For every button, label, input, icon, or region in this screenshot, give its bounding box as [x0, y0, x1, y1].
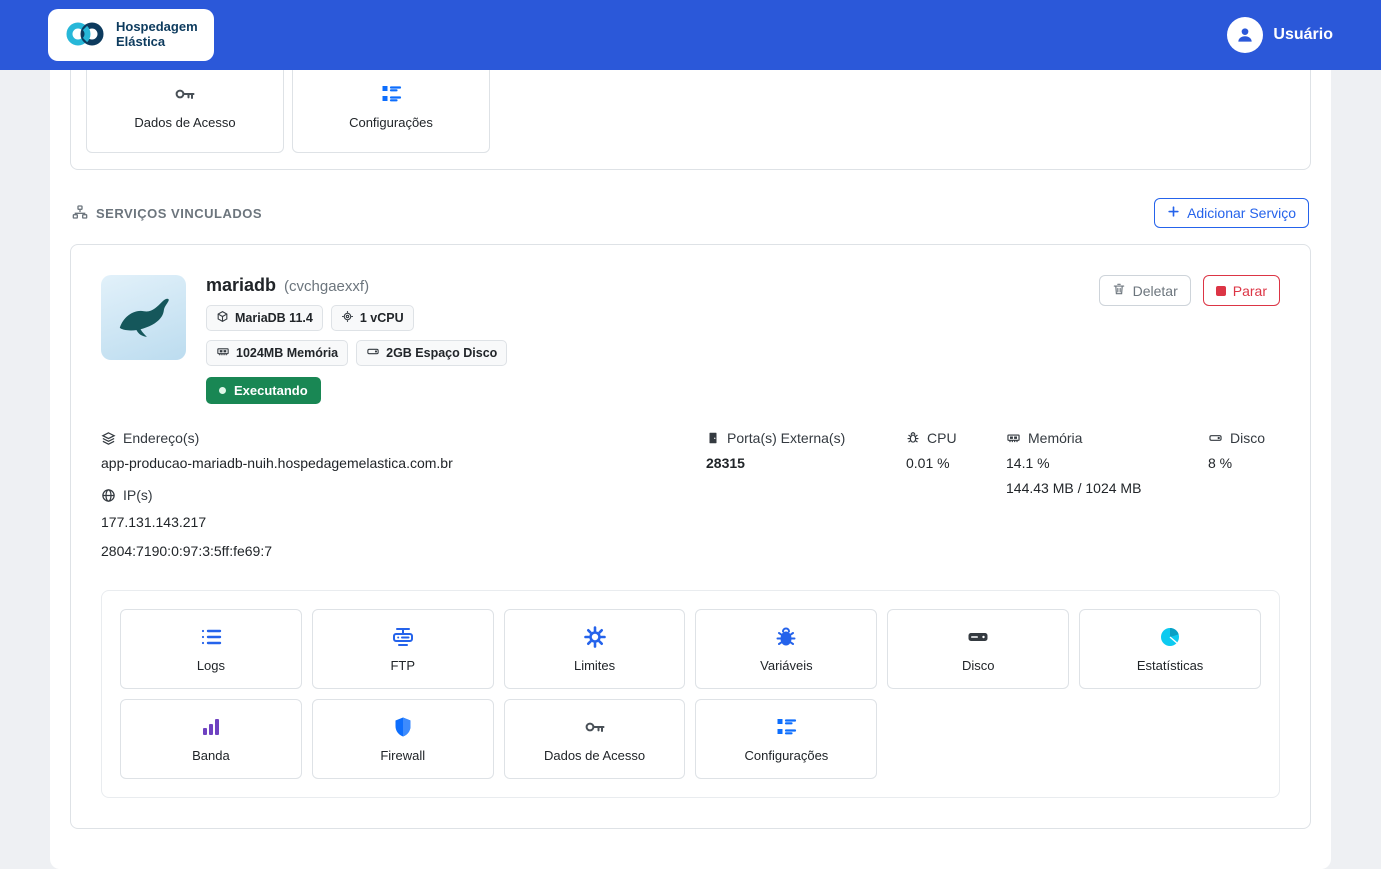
disk-block: Disco 8 % [1208, 430, 1280, 562]
user-menu[interactable]: Usuário [1227, 17, 1333, 53]
memory-pct: 14.1 % [1006, 455, 1050, 471]
disk-value: 8 % [1208, 455, 1233, 471]
ip-value-2: 2804:7190:0:97:3:5ff:fe69:7 [101, 543, 273, 560]
tile-label: Dados de Acesso [134, 114, 236, 130]
key-icon [583, 715, 607, 739]
door-icon [706, 431, 720, 445]
checklist-icon [379, 82, 403, 106]
logs-icon [199, 625, 223, 649]
port-label: Porta(s) Externa(s) [727, 430, 846, 446]
service-tools-grid: Logs FTP Limites Variáveis Disco Estatís… [101, 589, 1280, 798]
service-name: mariadb [206, 275, 277, 295]
service-card-mariadb: mariadb (cvchgaexxf) MariaDB 11.4 1 vCPU… [70, 244, 1311, 829]
user-avatar-icon [1227, 17, 1264, 53]
trash-icon [1112, 282, 1126, 299]
cpu-block: CPU 0.01 % [906, 430, 1006, 562]
cpu-value: 0.01 % [906, 455, 950, 471]
service-stats: Endereço(s) app-producao-mariadb-nuih.ho… [101, 430, 1280, 562]
ip-label: IP(s) [123, 487, 153, 503]
stop-button[interactable]: Parar [1202, 275, 1280, 306]
bug-icon [906, 431, 920, 445]
box-icon [216, 310, 229, 326]
shield-icon [391, 715, 415, 739]
service-summary: mariadb (cvchgaexxf) MariaDB 11.4 1 vCPU… [206, 275, 508, 404]
address-block: Endereço(s) app-producao-mariadb-nuih.ho… [101, 430, 706, 562]
ip-value-1: 177.131.143.217 [101, 514, 207, 530]
bug-icon [774, 625, 798, 649]
key-icon [173, 82, 197, 106]
stack-icon [101, 431, 116, 446]
stop-square-icon [1215, 285, 1226, 296]
ftp-server-icon [390, 625, 416, 649]
tile-estatisticas[interactable]: Estatísticas [1079, 608, 1261, 689]
linked-services-header: SERVIÇOS VINCULADOS Adicionar Serviço [72, 198, 1309, 228]
badge-version: MariaDB 11.4 [206, 305, 323, 331]
tile-disco[interactable]: Disco [887, 608, 1070, 689]
tile-ftp[interactable]: FTP [311, 608, 494, 689]
disk-label: Disco [1230, 430, 1266, 446]
memory-usage: 144.43 MB / 1024 MB [1006, 480, 1142, 496]
memory-block: Memória 14.1 % 144.43 MB / 1024 MB [1006, 430, 1208, 562]
port-value: 28315 [706, 455, 745, 471]
service-code: (cvchgaexxf) [284, 278, 370, 295]
tile-dados-de-acesso[interactable]: Dados de Acesso [503, 698, 686, 779]
tile-label: Configurações [349, 114, 433, 130]
bar-chart-icon [199, 715, 223, 739]
add-service-button[interactable]: Adicionar Serviço [1154, 198, 1309, 228]
plus-icon [1167, 205, 1180, 221]
cpu-label: CPU [927, 430, 957, 446]
badge-memory: 1024MB Memória [206, 340, 349, 366]
brand-text: Hospedagem Elástica [116, 19, 198, 49]
tile-configuracoes[interactable]: Configurações [292, 70, 490, 153]
sitemap-icon [72, 204, 88, 223]
status-dot-icon [219, 387, 226, 394]
memory-icon [1006, 431, 1021, 445]
address-label: Endereço(s) [123, 430, 200, 446]
tile-limites[interactable]: Limites [503, 608, 686, 689]
status-badge-running: Executando [206, 377, 321, 404]
hdd-icon [965, 625, 991, 649]
pie-chart-icon [1158, 625, 1182, 649]
tile-logs[interactable]: Logs [120, 608, 302, 689]
port-block: Porta(s) Externa(s) 28315 [706, 430, 906, 562]
section-title: SERVIÇOS VINCULADOS [72, 204, 262, 223]
hdd-icon [366, 345, 380, 361]
badge-disk: 2GB Espaço Disco [356, 340, 508, 366]
mariadb-seal-logo [101, 275, 186, 360]
delete-button[interactable]: Deletar [1098, 275, 1191, 306]
badge-vcpu: 1 vCPU [330, 305, 414, 331]
memory-icon [216, 345, 230, 361]
brand-rings-icon [64, 20, 106, 51]
tile-dados-de-acesso[interactable]: Dados de Acesso [86, 70, 284, 153]
brand-logo[interactable]: Hospedagem Elástica [48, 9, 214, 61]
hdd-icon [1208, 431, 1223, 445]
previous-service-card: Dados de Acesso Configurações [70, 70, 1311, 170]
tile-configuracoes[interactable]: Configurações [695, 698, 878, 779]
main-content: Dados de Acesso Configurações SERVIÇOS V… [50, 70, 1331, 869]
memory-label: Memória [1028, 430, 1083, 446]
address-value: app-producao-mariadb-nuih.hospedagemelas… [101, 455, 453, 471]
cpu-chip-icon [341, 310, 354, 326]
gear-icon [583, 625, 607, 649]
user-name: Usuário [1273, 26, 1333, 43]
tile-banda[interactable]: Banda [120, 698, 302, 779]
tile-variaveis[interactable]: Variáveis [695, 608, 878, 689]
navbar: Hospedagem Elástica Usuário [0, 0, 1381, 70]
globe-icon [101, 488, 116, 503]
checklist-icon [774, 715, 798, 739]
tile-firewall[interactable]: Firewall [311, 698, 494, 779]
